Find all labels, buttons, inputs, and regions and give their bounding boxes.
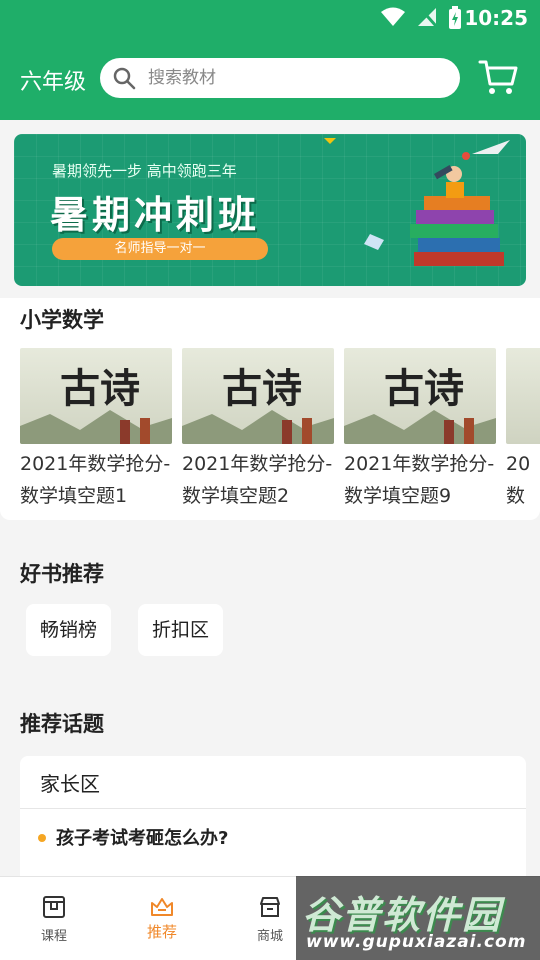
course-card[interactable]: 古诗 2021年数学抢分- 数学填空题9 [344,348,496,512]
wifi-icon [381,7,405,26]
books-illustration-icon [324,138,510,266]
course-title-line1: 20 [506,453,531,475]
course-card[interactable]: 古诗 20 数 [506,348,540,512]
landscape-icon [344,410,496,444]
banner-pill: 名师指导一对一 [52,238,268,260]
watermark-title: 谷普软件园 [302,893,503,937]
course-thumbnail: 古诗 [506,348,540,444]
watermark-url: www.gupuxiazai.com [306,932,527,952]
bestseller-tag[interactable]: 畅销榜 [26,604,112,656]
landscape-icon [182,410,334,444]
course-thumbnail: 古诗 [182,348,334,444]
topic-card[interactable]: 家长区 孩子考试考砸怎么办? [20,756,526,896]
tab-label: 推荐 [146,923,177,941]
battery-icon [449,6,461,29]
course-card[interactable]: 古诗 2021年数学抢分- 数学填空题1 [20,348,172,512]
watermark: 谷普软件园 www.gupuxiazai.com [296,876,540,960]
crown-icon [151,898,173,916]
course-title-line2: 数学填空题9 [344,485,452,507]
course-card[interactable]: 古诗 2021年数学抢分- 数学填空题2 [182,348,334,512]
search-input[interactable] [148,58,448,98]
status-bar: 10:25 [0,0,540,36]
tab-label: 课程 [40,929,67,944]
topic-item[interactable]: 孩子考试考砸怎么办? [56,824,228,850]
banner-subtitle: 暑期领先一步 高中领跑三年 [52,162,237,180]
course-title-line2: 数学填空题2 [182,485,290,507]
course-title-line2: 数学填空题1 [20,485,128,507]
status-time: 10:25 [464,6,528,30]
tab-recommend[interactable]: 推荐 [122,877,202,960]
promo-banner[interactable]: 暑期领先一步 高中领跑三年 暑期冲刺班 名师指导一对一 [14,134,526,286]
topics-section-title: 推荐话题 [20,712,104,736]
course-icon [43,896,65,918]
course-title-line1: 2021年数学抢分- [344,453,495,475]
course-title-line2: 数 [506,485,526,507]
signal-off-icon [418,7,438,27]
topic-card-title: 家长区 [40,772,100,796]
course-thumbnail: 古诗 [20,348,172,444]
books-section-title: 好书推荐 [20,562,104,586]
course-thumbnail: 古诗 [344,348,496,444]
store-icon [260,897,280,917]
course-title-line1: 2021年数学抢分- [182,453,333,475]
banner-title: 暑期冲刺班 [50,193,261,237]
discount-tag[interactable]: 折扣区 [138,604,224,656]
app-header: 10:25 六年级 [0,0,540,120]
search-bar[interactable] [100,58,460,98]
bullet-icon [38,834,46,842]
landscape-icon [20,410,172,444]
cart-icon[interactable] [478,58,518,96]
grade-selector[interactable]: 六年级 [20,64,86,96]
divider [20,808,526,809]
course-title-line1: 2021年数学抢分- [20,453,171,475]
math-section-title: 小学数学 [20,308,104,332]
tab-course[interactable]: 课程 [14,877,94,960]
search-icon [113,67,136,90]
